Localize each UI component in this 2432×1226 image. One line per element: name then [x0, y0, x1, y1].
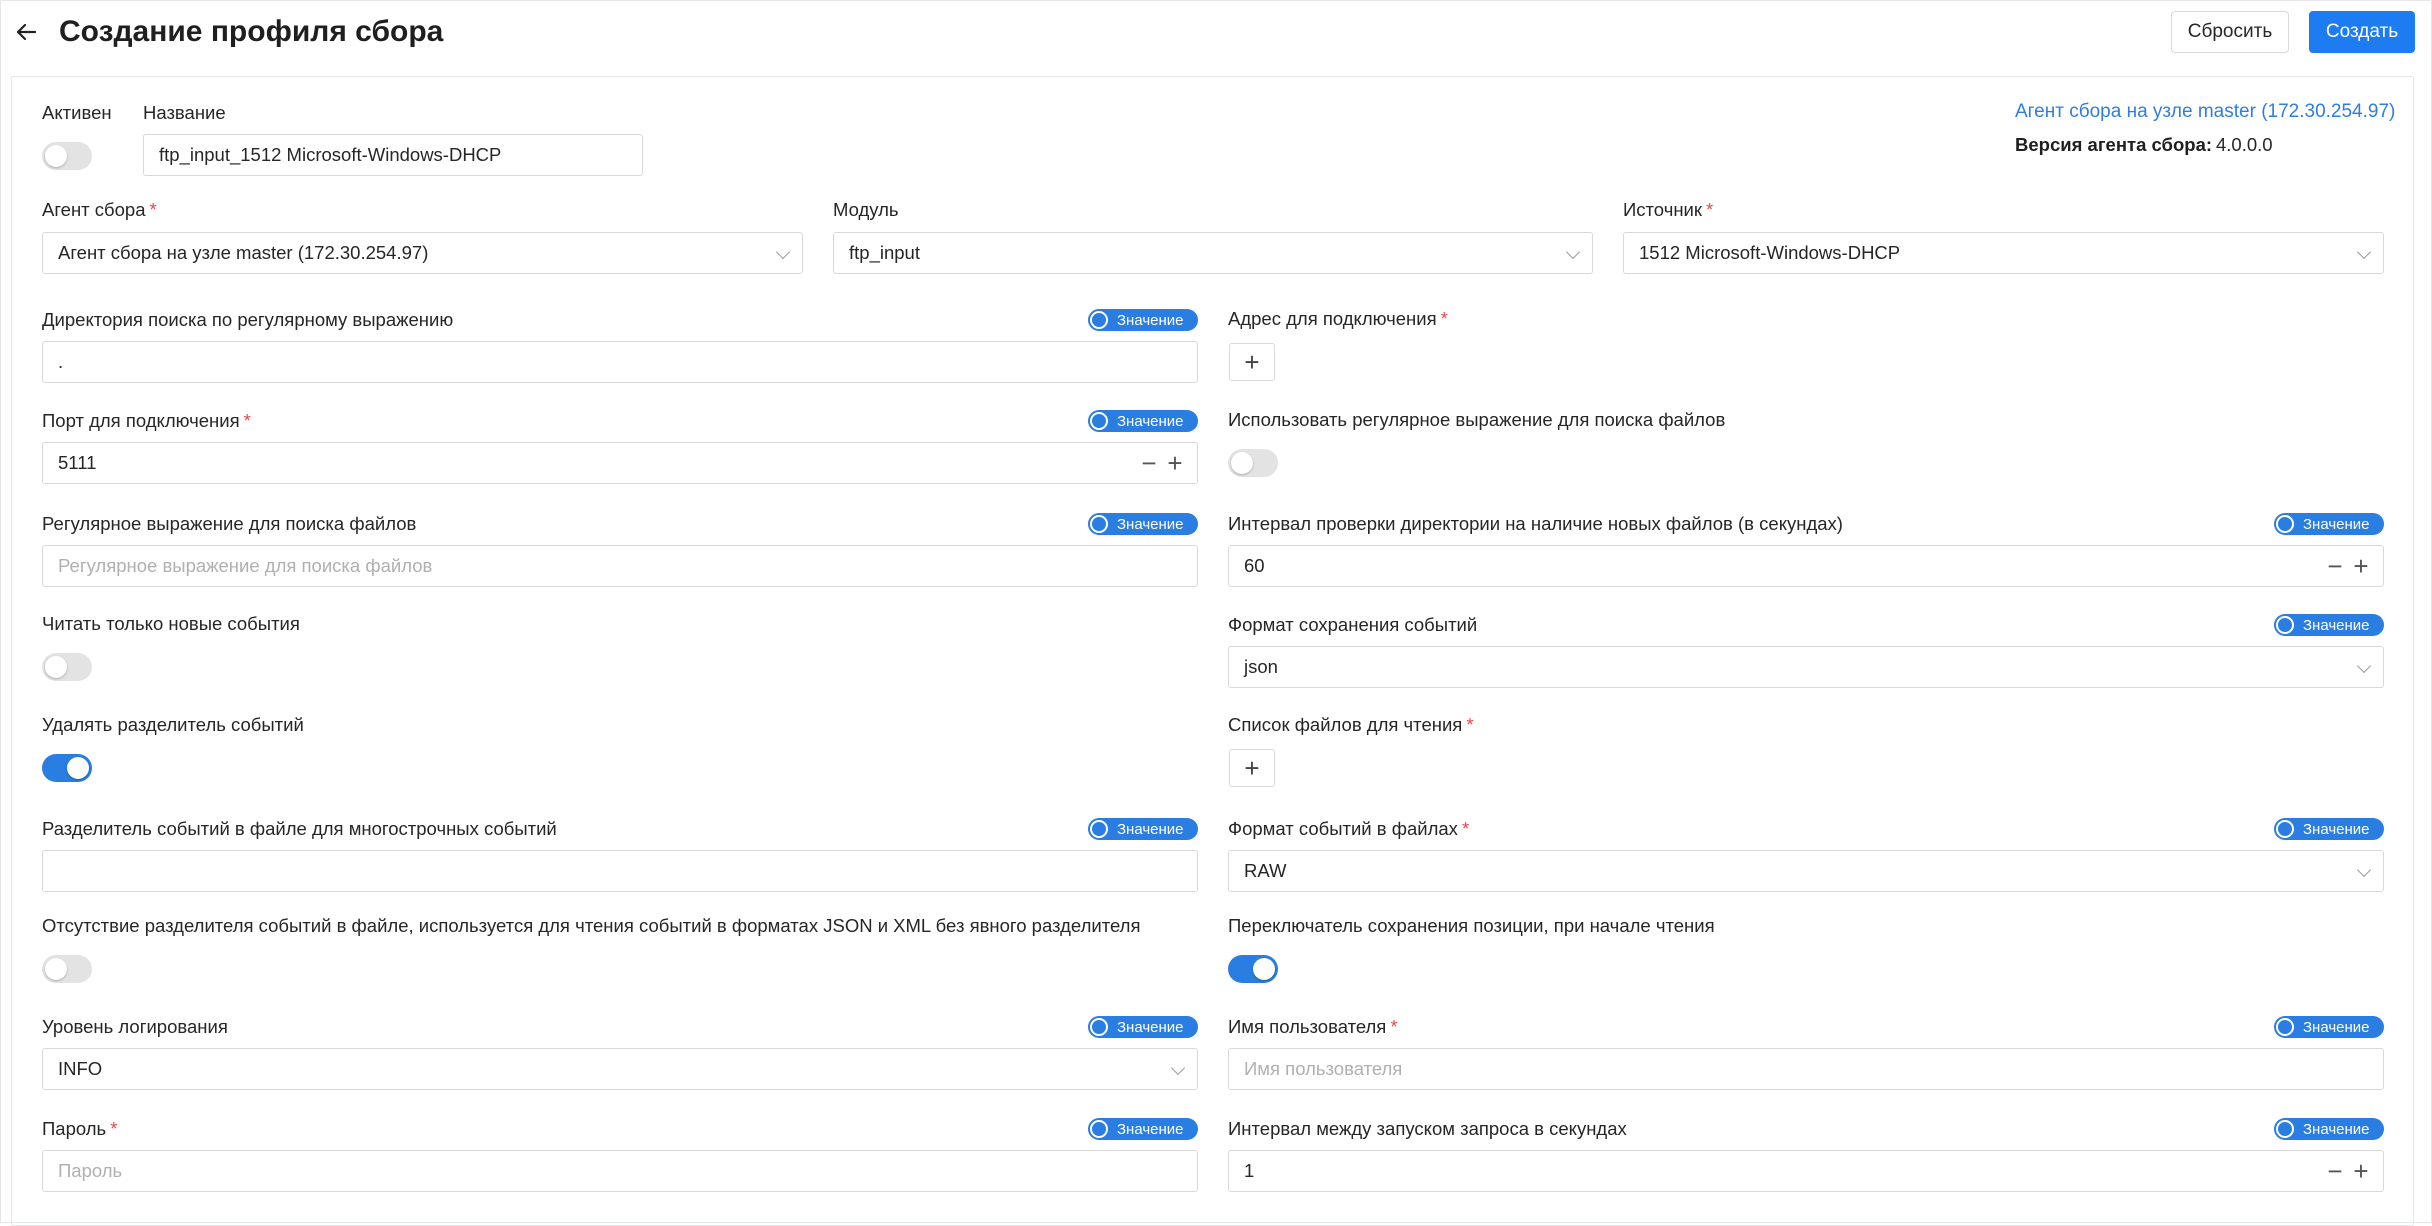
decrement-button[interactable]: − — [2325, 1151, 2345, 1191]
module-label: Модуль — [833, 199, 899, 220]
file-list-label: Список файлов для чтения * — [1228, 714, 1474, 735]
no-delimiter-switch[interactable] — [42, 955, 92, 983]
save-format-select[interactable]: json — [1228, 646, 2384, 688]
increment-button[interactable]: + — [2351, 1151, 2371, 1191]
chevron-down-icon — [2356, 658, 2372, 674]
read-new-only-switch[interactable] — [42, 653, 92, 681]
name-label: Название — [143, 102, 226, 123]
password-label: Пароль * — [42, 1118, 118, 1139]
page-header: Создание профиля сбора Сбросить Создать — [0, 0, 2432, 66]
file-event-format-label: Формат событий в файлах * — [1228, 818, 1470, 839]
agent-link[interactable]: Агент сбора на узле master (172.30.254.9… — [2015, 101, 2395, 123]
remove-delimiter-label: Удалять разделитель событий — [42, 714, 304, 735]
source-label: Источник * — [1623, 199, 1714, 220]
regex-label: Регулярное выражение для поиска файлов — [42, 513, 417, 534]
agent-version-value: 4.0.0.0 — [2216, 134, 2273, 155]
file-event-format-select[interactable]: RAW — [1228, 850, 2384, 892]
request-interval-input[interactable]: 1− + — [1228, 1150, 2384, 1192]
search-dir-input[interactable]: . — [42, 341, 1198, 383]
password-value-toggle[interactable]: Значение — [1088, 1118, 1198, 1140]
check-interval-label: Интервал проверки директории на наличие … — [1228, 513, 1843, 534]
agent-select[interactable]: Агент сбора на узле master (172.30.254.9… — [42, 232, 803, 274]
check-interval-input[interactable]: 60− + — [1228, 545, 2384, 587]
password-input[interactable]: Пароль — [42, 1150, 1198, 1192]
add-address-button[interactable]: + — [1229, 343, 1275, 381]
address-label: Адрес для подключения * — [1228, 308, 1448, 329]
agent-version-label: Версия агента сбора: — [2015, 134, 2213, 155]
port-label: Порт для подключения * — [42, 410, 251, 431]
save-position-label: Переключатель сохранения позиции, при на… — [1228, 915, 1715, 936]
active-label: Активен — [42, 102, 112, 123]
agent-label: Агент сбора * — [42, 199, 157, 220]
regex-input[interactable]: Регулярное выражение для поиска файлов — [42, 545, 1198, 587]
use-regex-switch[interactable] — [1228, 449, 1278, 477]
chevron-down-icon — [2356, 244, 2372, 260]
chevron-down-icon — [2356, 862, 2372, 878]
username-label: Имя пользователя * — [1228, 1016, 1398, 1037]
reset-button[interactable]: Сбросить — [2171, 11, 2289, 53]
back-arrow-icon[interactable] — [12, 18, 40, 46]
search-dir-label: Директория поиска по регулярному выражен… — [42, 309, 454, 330]
source-select[interactable]: 1512 Microsoft-Windows-DHCP — [1623, 232, 2384, 274]
log-level-label: Уровень логирования — [42, 1016, 228, 1037]
decrement-button[interactable]: − — [1139, 443, 1159, 483]
read-new-only-label: Читать только новые события — [42, 613, 300, 634]
use-regex-label: Использовать регулярное выражение для по… — [1228, 409, 1726, 430]
check-interval-value-toggle[interactable]: Значение — [2274, 513, 2384, 535]
increment-button[interactable]: + — [2351, 546, 2371, 586]
chevron-down-icon — [1170, 1060, 1186, 1076]
username-input[interactable]: Имя пользователя — [1228, 1048, 2384, 1090]
port-value-toggle[interactable]: Значение — [1088, 410, 1198, 432]
multiline-delimiter-label: Разделитель событий в файле для многостр… — [42, 818, 557, 839]
regex-value-toggle[interactable]: Значение — [1088, 513, 1198, 535]
request-interval-label: Интервал между запуском запроса в секунд… — [1228, 1118, 1627, 1139]
port-input[interactable]: 5111− + — [42, 442, 1198, 484]
active-switch[interactable] — [42, 142, 92, 170]
create-button[interactable]: Создать — [2309, 11, 2415, 53]
decrement-button[interactable]: − — [2325, 546, 2345, 586]
save-format-label: Формат сохранения событий — [1228, 614, 1478, 635]
file-event-format-value-toggle[interactable]: Значение — [2274, 818, 2384, 840]
multiline-delimiter-input[interactable] — [42, 850, 1198, 892]
remove-delimiter-switch[interactable] — [42, 754, 92, 782]
multiline-delimiter-value-toggle[interactable]: Значение — [1088, 818, 1198, 840]
module-select[interactable]: ftp_input — [833, 232, 1593, 274]
no-delimiter-label: Отсутствие разделителя событий в файле, … — [42, 915, 1141, 936]
save-format-value-toggle[interactable]: Значение — [2274, 614, 2384, 636]
request-interval-value-toggle[interactable]: Значение — [2274, 1118, 2384, 1140]
chevron-down-icon — [775, 244, 791, 260]
chevron-down-icon — [1565, 244, 1581, 260]
name-input[interactable]: ftp_input_1512 Microsoft-Windows-DHCP — [143, 134, 643, 176]
log-level-select[interactable]: INFO — [42, 1048, 1198, 1090]
save-position-switch[interactable] — [1228, 955, 1278, 983]
add-file-button[interactable]: + — [1229, 749, 1275, 787]
page-title: Создание профиля сбора — [59, 15, 444, 48]
log-level-value-toggle[interactable]: Значение — [1088, 1016, 1198, 1038]
increment-button[interactable]: + — [1165, 443, 1185, 483]
username-value-toggle[interactable]: Значение — [2274, 1016, 2384, 1038]
search-dir-value-toggle[interactable]: Значение — [1088, 309, 1198, 331]
